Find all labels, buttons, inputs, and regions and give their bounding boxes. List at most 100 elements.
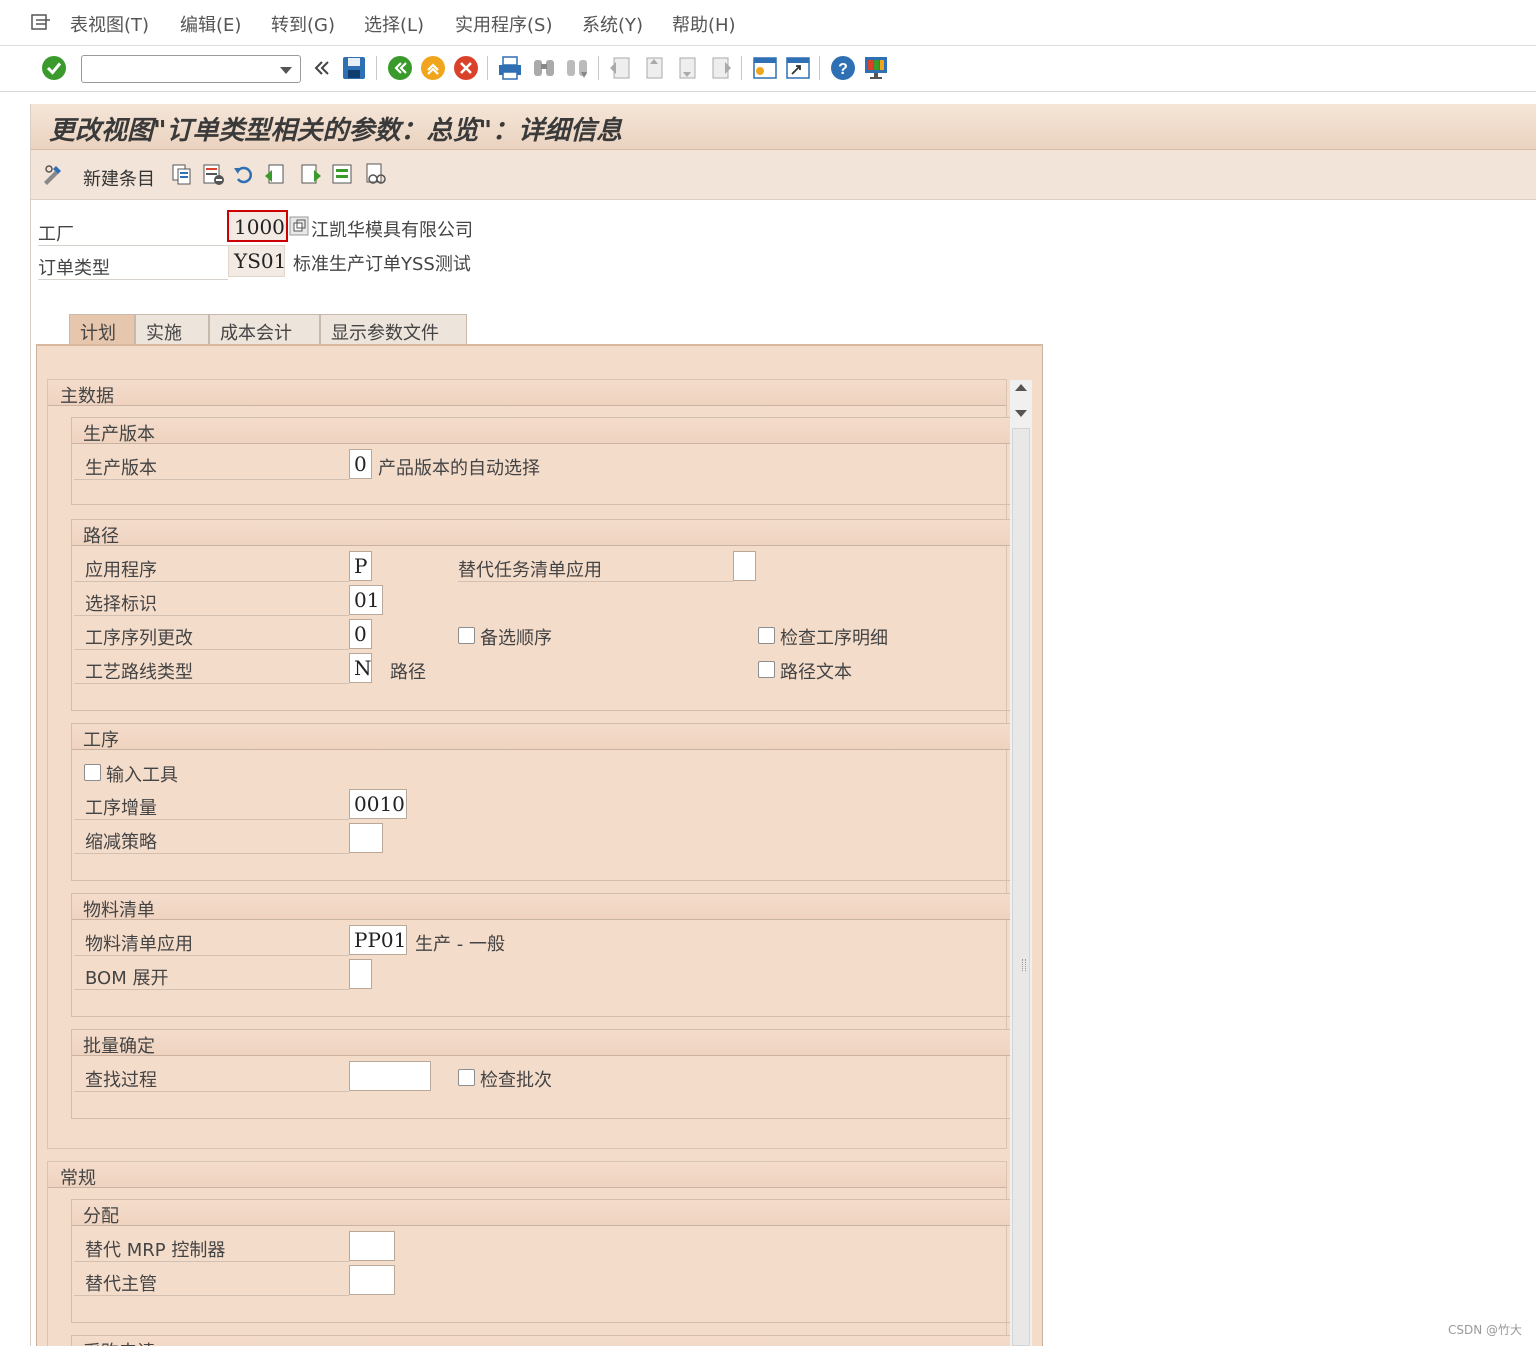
bom-application-field[interactable]: PP01 — [349, 925, 407, 955]
display-change-icon[interactable] — [41, 162, 65, 186]
select-all-icon[interactable] — [330, 162, 354, 186]
copy-as-icon[interactable] — [170, 162, 194, 186]
order-type-description: 标准生产订单YSS测试 — [293, 254, 471, 275]
alt-sequence-label: 备选顺序 — [480, 628, 552, 649]
tab-cost-accounting[interactable]: 成本会计 — [209, 314, 320, 346]
order-type-label: 订单类型 — [38, 246, 228, 280]
possible-entries-icon[interactable] — [289, 216, 309, 236]
routing-text-label: 路径文本 — [780, 662, 852, 683]
scrap-strategy-label: 缩减策略 — [74, 822, 349, 854]
shortcut-icon[interactable] — [784, 54, 812, 82]
bom-application-label: 物料清单应用 — [74, 924, 349, 956]
scroll-up-icon[interactable] — [1015, 384, 1027, 391]
tab-planning[interactable]: 计划 — [69, 314, 135, 346]
menu-item-goto[interactable]: 转到(G) — [271, 11, 335, 37]
tab-implementation[interactable]: 实施 — [135, 314, 209, 346]
sequence-change-field[interactable]: 0 — [349, 619, 372, 649]
subgroup-assignment: 分配 替代 MRP 控制器 替代主管 — [71, 1199, 1018, 1323]
enter-icon[interactable] — [40, 54, 68, 82]
print-icon[interactable] — [496, 54, 524, 82]
application-toolbar: 新建条目 — [31, 150, 1536, 200]
scrap-strategy-field[interactable] — [349, 823, 383, 853]
routing-type-field[interactable]: N — [349, 653, 372, 683]
menu-toggle-icon[interactable] — [30, 12, 52, 32]
menu-bar: 表视图(T) 编辑(E) 转到(G) 选择(L) 实用程序(S) 系统(Y) 帮… — [0, 0, 1536, 46]
group-title: 常规 — [48, 1162, 1006, 1189]
order-type-field: YS01 — [228, 245, 286, 277]
check-batch-checkbox[interactable] — [458, 1069, 475, 1086]
next-page-icon[interactable] — [673, 54, 701, 82]
enter-tool-label: 输入工具 — [106, 765, 178, 786]
menu-item-system[interactable]: 系统(Y) — [582, 11, 643, 37]
variable-list-icon[interactable] — [364, 162, 388, 186]
collapse-command-icon[interactable] — [308, 54, 336, 82]
menu-item-edit[interactable]: 编辑(E) — [180, 11, 241, 37]
vertical-scrollbar[interactable] — [1010, 380, 1032, 1346]
next-entry-icon[interactable] — [299, 162, 323, 186]
group-title: 主数据 — [48, 380, 1006, 407]
alt-mrp-controller-field[interactable] — [349, 1231, 395, 1261]
find-next-icon[interactable] — [563, 54, 591, 82]
save-icon[interactable] — [340, 54, 368, 82]
command-field[interactable] — [81, 55, 301, 83]
svg-text:?: ? — [838, 61, 848, 78]
search-procedure-label: 查找过程 — [74, 1060, 349, 1092]
exit-icon[interactable] — [419, 54, 447, 82]
back-icon[interactable] — [386, 54, 414, 82]
production-version-description: 产品版本的自动选择 — [378, 458, 540, 479]
tab-panel-planning: 主数据 生产版本 生产版本 0 产品版本的自动选择 路径 应用程序 P 替代任务… — [36, 344, 1043, 1346]
bom-explode-field[interactable] — [349, 959, 372, 989]
scroll-down-icon[interactable] — [1015, 410, 1027, 417]
enter-tool-checkbox[interactable] — [84, 764, 101, 781]
customize-layout-icon[interactable] — [862, 54, 890, 82]
op-increment-label: 工序增量 — [74, 788, 349, 820]
first-page-icon[interactable] — [607, 54, 635, 82]
tab-display-profile[interactable]: 显示参数文件 — [320, 314, 467, 346]
subgroup-title: 分配 — [72, 1200, 1018, 1227]
plant-label: 工厂 — [38, 212, 228, 246]
last-page-icon[interactable] — [706, 54, 734, 82]
find-icon[interactable] — [530, 54, 558, 82]
op-increment-field[interactable]: 0010 — [349, 789, 407, 819]
alt-task-list-field[interactable] — [733, 551, 756, 581]
alt-mrp-controller-label: 替代 MRP 控制器 — [74, 1230, 349, 1262]
undo-change-icon[interactable] — [232, 162, 256, 186]
toolbar-separator — [598, 56, 599, 80]
menu-item-table-view[interactable]: 表视图(T) — [70, 11, 149, 37]
alt-supervisor-field[interactable] — [349, 1265, 395, 1295]
routing-type-label: 工艺路线类型 — [74, 652, 349, 684]
tab-label: 计划 — [80, 323, 116, 344]
menu-item-help[interactable]: 帮助(H) — [672, 11, 736, 37]
alt-sequence-checkbox[interactable] — [458, 627, 475, 644]
toolbar-separator — [819, 56, 820, 80]
standard-toolbar: ? — [0, 46, 1536, 92]
menu-item-selection[interactable]: 选择(L) — [364, 11, 424, 37]
delete-icon[interactable] — [201, 162, 225, 186]
menu-item-utilities[interactable]: 实用程序(S) — [455, 11, 552, 37]
new-entries-button[interactable]: 新建条目 — [83, 165, 155, 191]
routing-text-checkbox[interactable] — [758, 661, 775, 678]
selection-id-field[interactable]: 01 — [349, 585, 383, 615]
production-version-field[interactable]: 0 — [349, 449, 372, 479]
previous-page-icon[interactable] — [640, 54, 668, 82]
scroll-track[interactable] — [1012, 428, 1030, 1346]
create-session-icon[interactable] — [751, 54, 779, 82]
search-procedure-field[interactable] — [349, 1061, 431, 1091]
previous-entry-icon[interactable] — [263, 162, 287, 186]
help-icon[interactable]: ? — [829, 54, 857, 82]
sequence-change-label: 工序序列更改 — [74, 618, 349, 650]
application-field[interactable]: P — [349, 551, 372, 581]
check-batch-label: 检查批次 — [480, 1070, 552, 1091]
subgroup-operation: 工序 输入工具 工序增量 0010 缩减策略 — [71, 723, 1018, 881]
scroll-grip-icon[interactable] — [1022, 959, 1026, 971]
tab-label: 实施 — [146, 323, 182, 344]
application-label: 应用程序 — [74, 550, 349, 582]
watermark: CSDN @竹大 — [1447, 1323, 1522, 1337]
subgroup-title: 采购申请 — [72, 1336, 1018, 1346]
plant-field[interactable]: 1000 — [227, 210, 288, 242]
toolbar-separator — [376, 56, 377, 80]
subgroup-title: 物料清单 — [72, 894, 1018, 921]
chevron-down-icon[interactable] — [280, 67, 292, 74]
cancel-icon[interactable] — [452, 54, 480, 82]
check-op-detail-checkbox[interactable] — [758, 627, 775, 644]
